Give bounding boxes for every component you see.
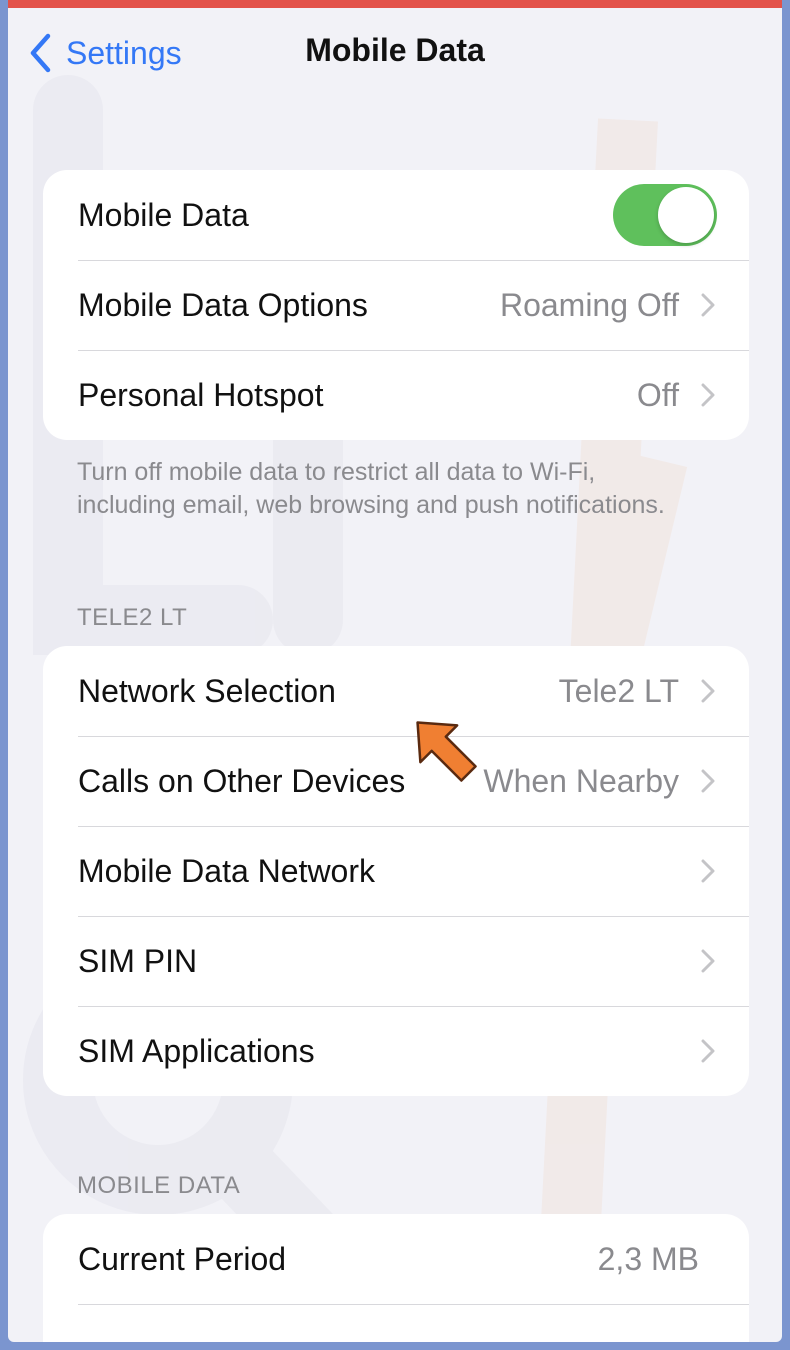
chevron-right-icon [701,383,715,407]
mobile-data-footnote: Turn off mobile data to restrict all dat… [77,458,665,519]
mobile-data-options-label: Mobile Data Options [78,286,368,323]
calls-other-devices-value: When Nearby [483,762,679,799]
toggle-knob [658,187,714,243]
chevron-right-icon [701,949,715,973]
top-status-strip [8,0,782,8]
chevron-right-icon [701,679,715,703]
mobile-data-label: Mobile Data [78,196,249,233]
usage-section-header: MOBILE DATA [77,1172,241,1199]
arrow-pointer-icon [416,721,477,782]
personal-hotspot-value: Off [636,376,679,413]
next-usage-row [43,1304,749,1342]
mobile-data-network-row[interactable]: Mobile Data Network [43,826,749,916]
mobile-data-network-label: Mobile Data Network [78,852,375,889]
chevron-right-icon [701,293,715,317]
sim-pin-label: SIM PIN [78,942,198,979]
network-selection-value: Tele2 LT [558,672,679,709]
phone-screen: Settings Mobile Data Mobile Data Mobile … [8,0,782,1342]
mobile-data-options-row[interactable]: Mobile Data Options Roaming Off [43,260,749,350]
page-title: Mobile Data [305,32,485,68]
mobile-data-group: Mobile Data Mobile Data Options Roaming … [43,170,749,440]
chevron-right-icon [701,859,715,883]
network-selection-row[interactable]: Network Selection Tele2 LT [43,646,749,736]
sim-pin-row[interactable]: SIM PIN [43,916,749,1006]
chevron-right-icon [701,769,715,793]
mobile-data-options-value: Roaming Off [499,286,679,323]
current-period-row: Current Period 2,3 MB [43,1214,749,1304]
personal-hotspot-label: Personal Hotspot [78,376,324,413]
sim-applications-row[interactable]: SIM Applications [43,1006,749,1096]
usage-group: Current Period 2,3 MB [43,1214,749,1342]
carrier-group: Network Selection Tele2 LT Calls on Othe… [43,646,749,1096]
calls-other-devices-row[interactable]: Calls on Other Devices When Nearby [43,736,749,826]
network-selection-label: Network Selection [78,672,336,709]
chevron-right-icon [701,1039,715,1063]
current-period-label: Current Period [78,1240,287,1277]
carrier-section-header: TELE2 LT [77,604,188,631]
mobile-data-toggle[interactable] [613,184,717,246]
sim-applications-label: SIM Applications [78,1032,315,1069]
mobile-data-row: Mobile Data [43,170,749,260]
current-period-value: 2,3 MB [597,1240,699,1277]
personal-hotspot-row[interactable]: Personal Hotspot Off [43,350,749,440]
